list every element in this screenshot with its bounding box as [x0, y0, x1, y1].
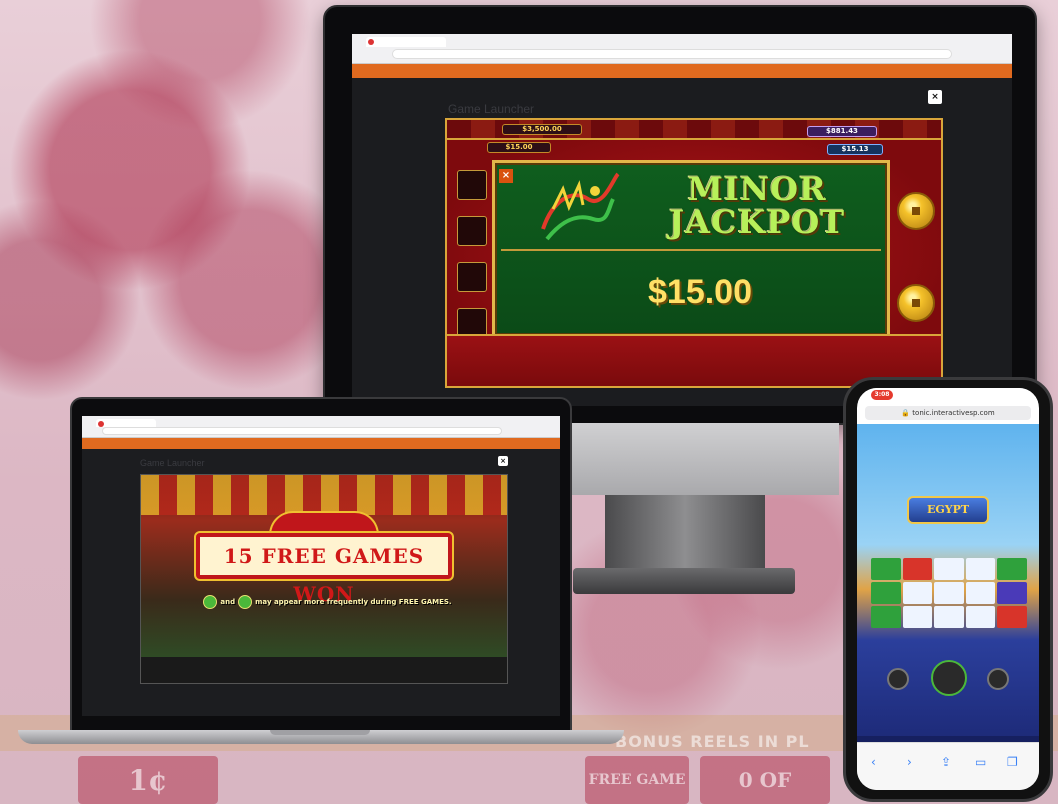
gold-coin-icon: [897, 192, 935, 230]
dragon-icon: [541, 172, 620, 241]
popup-divider: [501, 249, 881, 251]
bet-button[interactable]: [987, 668, 1009, 690]
circus-tent-stripes: [141, 475, 507, 515]
jackpot-popup: × MINOR JACKPOT $15.00: [492, 160, 890, 338]
free-games-note-mid: and: [220, 598, 236, 606]
favicon-icon: [368, 39, 374, 45]
jackpot-game-frame[interactable]: $3,500.00 $15.00 $881.43 $15.13 × MINOR …: [445, 118, 943, 388]
launcher-title: Game Launcher: [448, 102, 535, 116]
launcher-title: Game Launcher: [140, 458, 205, 468]
jackpot-title: MINOR JACKPOT: [669, 170, 845, 241]
reel-symbol: [997, 558, 1027, 580]
reel-symbol: [902, 606, 933, 628]
forward-icon[interactable]: ›: [907, 755, 912, 769]
background-tile-cent: 1¢: [78, 756, 218, 804]
status-time: 3:08: [871, 390, 893, 400]
gold-coin-icon: [897, 284, 935, 322]
slot-reels: [871, 558, 1027, 628]
major-jackpot-meter: $881.43: [807, 126, 877, 137]
launcher-close-button[interactable]: ×: [928, 90, 942, 104]
url-bar[interactable]: [102, 427, 502, 435]
popup-close-button[interactable]: ×: [499, 169, 513, 183]
monitor-chin: [568, 423, 839, 495]
monitor-screen: Game Launcher × $3,500.00 $15.00 $881.43…: [352, 34, 1012, 406]
reel-symbol: [997, 606, 1027, 628]
jackpot-amount: $15.00: [648, 273, 752, 311]
browser-tab[interactable]: [366, 37, 446, 47]
monitor-stand-base: [573, 568, 795, 594]
background-tile-of: 0 OF: [700, 756, 830, 804]
favicon-icon: [98, 421, 104, 427]
reel-symbol: [934, 606, 964, 628]
browser-toolbar: [352, 34, 1012, 64]
reel-symbol: [902, 582, 933, 604]
circus-game-frame[interactable]: 15 FREE GAMES WON and may appear more fre…: [140, 474, 508, 684]
minor-jackpot-meter: $15.00: [487, 142, 551, 153]
side-symbol-icon-3: [457, 262, 487, 292]
reel-symbol: [871, 582, 901, 604]
phone-status-bar: 3:08: [857, 388, 1039, 402]
reel-symbol: [965, 606, 996, 628]
reel-symbol: [934, 558, 964, 580]
free-games-banner: 15 FREE GAMES WON: [196, 533, 452, 606]
laptop-notch: [270, 730, 370, 735]
phone-screen: 3:08 AA 🔒 tonic.interactivesp.com EGYPT: [857, 388, 1039, 790]
reel-symbol: [871, 558, 901, 580]
reel-symbol: [902, 558, 933, 580]
phone-url-bar[interactable]: 🔒 tonic.interactivesp.com: [865, 406, 1031, 420]
browser-tab[interactable]: [96, 419, 156, 427]
game-control-bar[interactable]: [141, 657, 507, 683]
share-icon[interactable]: ⇪: [941, 755, 951, 769]
side-symbol-icon-2: [457, 216, 487, 246]
autoplay-button[interactable]: [887, 668, 909, 690]
laptop-screen: Game Launcher × 15 FREE GAMES WON and may…: [82, 416, 560, 716]
mini-jackpot-meter: $15.13: [827, 144, 883, 155]
browser-toolbar: [82, 416, 560, 438]
reel-symbol: [997, 582, 1027, 604]
back-icon[interactable]: ‹: [871, 755, 876, 769]
wild-symbol-icon: [203, 595, 218, 609]
background-bonus-text: BONUS REELS IN PL: [615, 732, 810, 751]
monitor-stand-neck: [605, 495, 765, 570]
tabs-icon[interactable]: ❐: [1007, 755, 1018, 769]
reel-symbol: [871, 606, 901, 628]
bookmarks-icon[interactable]: ▭: [975, 755, 986, 769]
free-games-note: and may appear more frequently during FRE…: [171, 595, 481, 609]
bonus-symbol-icon: [238, 595, 253, 609]
site-nav-bar: [352, 64, 1012, 78]
launcher-close-button[interactable]: ×: [498, 456, 508, 466]
url-bar[interactable]: [392, 49, 952, 59]
game-logo: EGYPT: [907, 496, 989, 524]
spin-button[interactable]: [931, 660, 967, 696]
banner-arch: [269, 511, 379, 535]
egypt-game-frame[interactable]: EGYPT: [857, 424, 1039, 748]
background-tile-free-game: FREE GAME: [585, 756, 689, 804]
reel-symbol: [965, 558, 996, 580]
reel-symbol: [934, 582, 964, 604]
reel-symbol: [965, 582, 996, 604]
safari-toolbar: ‹ › ⇪ ▭ ❐: [857, 742, 1039, 790]
side-symbol-icon-1: [457, 170, 487, 200]
site-nav-bar: [82, 438, 560, 449]
free-games-note-end: may appear more frequently during FREE G…: [255, 598, 452, 606]
grand-jackpot-meter: $3,500.00: [502, 124, 582, 135]
